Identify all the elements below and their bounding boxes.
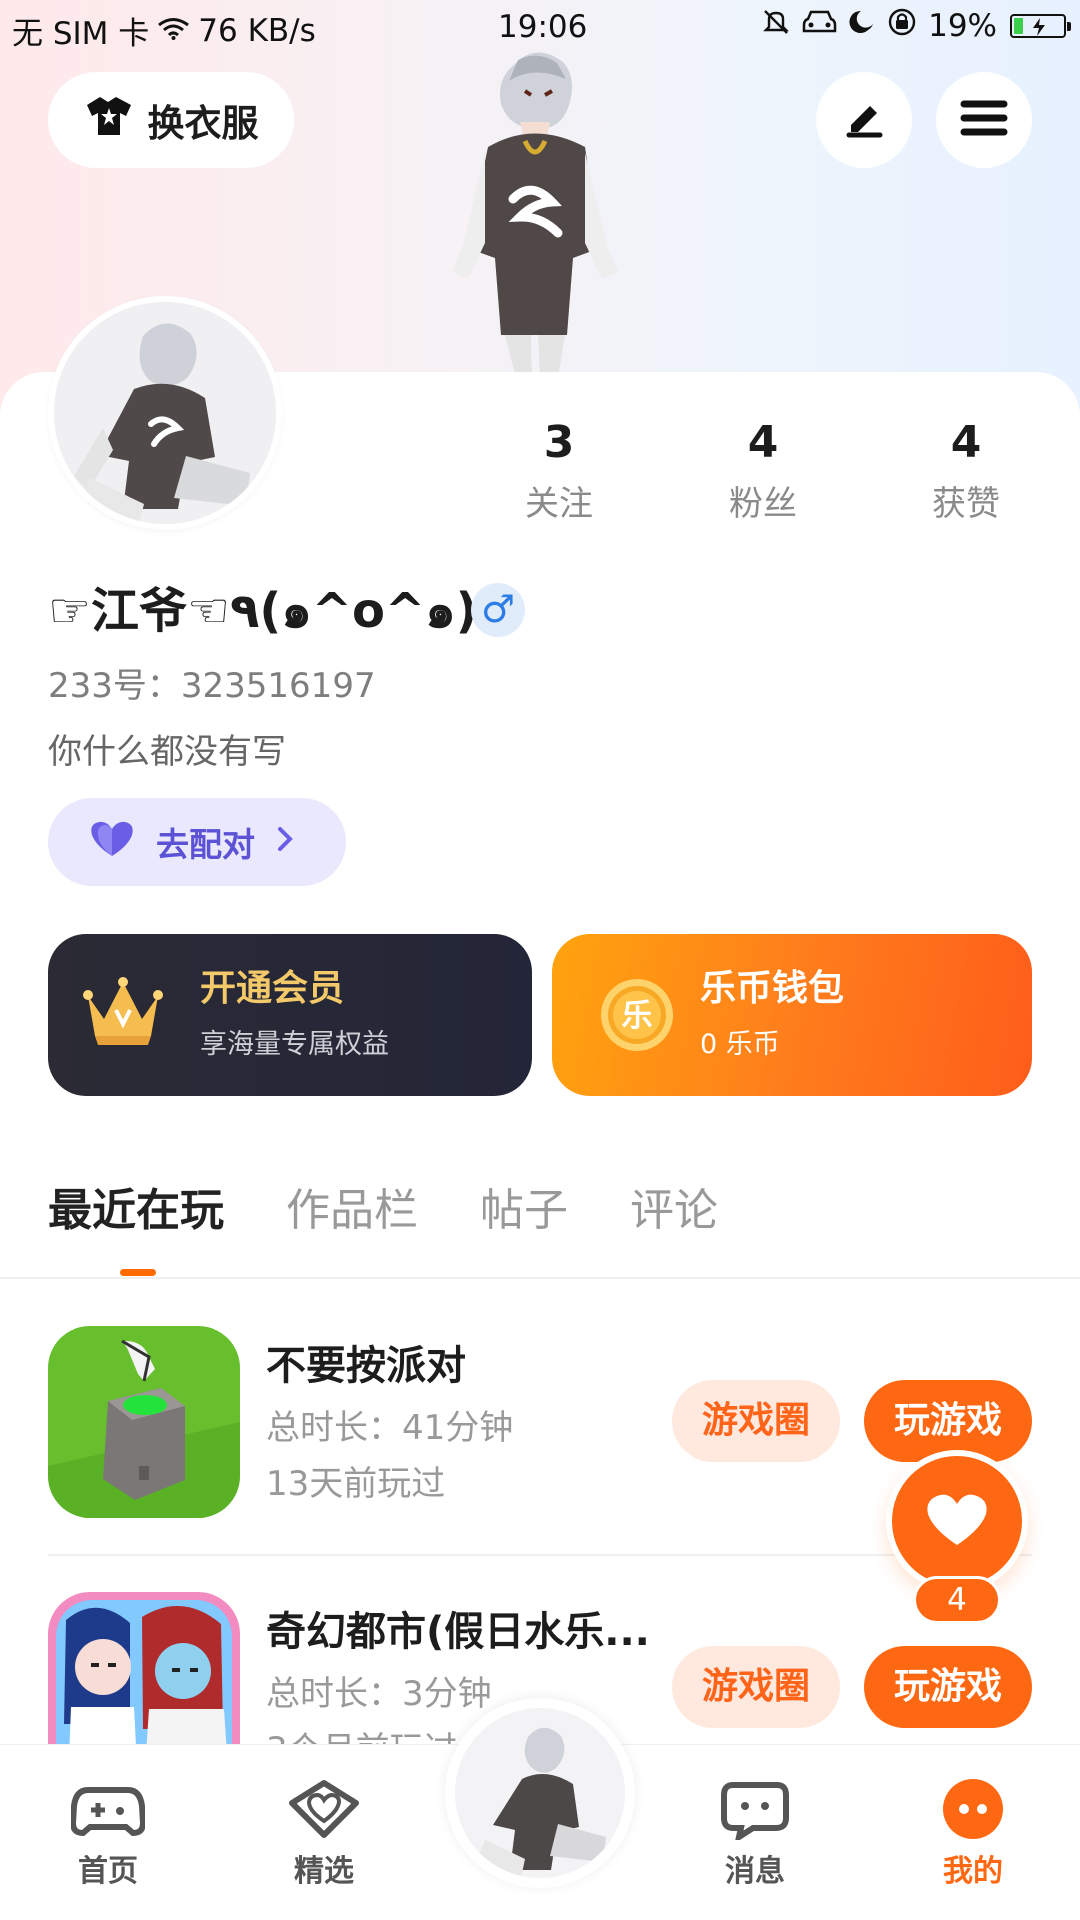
battery-level [1014, 18, 1024, 34]
tab-works[interactable]: 作品栏 [286, 1180, 418, 1242]
mute-icon [761, 7, 791, 45]
wallet-balance: 0 乐币 [700, 1029, 780, 1060]
menu-icon [960, 98, 1008, 142]
nav-home-label: 首页 [78, 1854, 138, 1889]
following-count: 3 [543, 417, 575, 468]
wallet-promo-card[interactable]: 乐 乐币钱包 0 乐币 [552, 934, 1032, 1096]
profile-page: 无 SIM 卡 76 KB/s 19:06 19% 换衣服 3 关注 4 粉丝 … [0, 0, 1080, 1920]
followers-label: 粉丝 [729, 484, 797, 524]
carrier-text: 无 SIM 卡 [12, 16, 150, 52]
play-game-button[interactable]: 玩游戏 [864, 1646, 1032, 1728]
status-right: 19% [761, 7, 1071, 45]
nav-messages[interactable]: 消息 [685, 1778, 825, 1892]
game-button-icon[interactable] [48, 1326, 240, 1518]
vip-title: 开通会员 [200, 968, 345, 1009]
likes-label: 获赞 [932, 484, 1000, 524]
moon-icon [848, 8, 876, 44]
tab-posts[interactable]: 帖子 [480, 1180, 568, 1242]
status-left: 无 SIM 卡 76 KB/s [12, 8, 316, 53]
me-icon [903, 1778, 1043, 1848]
message-icon [685, 1778, 825, 1848]
floating-like-button[interactable] [886, 1450, 1028, 1592]
edit-profile-button[interactable] [816, 72, 912, 168]
battery-icon [1010, 14, 1071, 38]
pair-label: 去配对 [156, 825, 255, 864]
nav-featured[interactable]: 精选 [254, 1778, 394, 1892]
status-time: 19:06 [498, 9, 588, 45]
coin-symbol: 乐 [622, 998, 653, 1034]
coin-icon: 乐 [598, 976, 676, 1054]
profile-avatar[interactable] [48, 296, 282, 530]
game-duration: 总时长：3分钟 [266, 1674, 492, 1714]
change-outfit-label: 换衣服 [147, 102, 259, 145]
profile-tabs: 最近在玩 作品栏 帖子 评论 [48, 1180, 718, 1242]
profile-nickname: ☞江爷☜٩(๑^o^๑)۶ [48, 583, 507, 639]
wifi-icon [157, 13, 190, 49]
game-list-item[interactable]: 不要按派对 总时长：41分钟 13天前玩过 游戏圈 玩游戏 [48, 1326, 1032, 1522]
nav-home[interactable]: 首页 [38, 1778, 178, 1892]
male-gender-icon: ♂ [471, 583, 525, 637]
following-label: 关注 [525, 484, 593, 524]
network-speed-text: 76 KB/s [198, 12, 316, 49]
game-last-played: 13天前玩过 [266, 1464, 446, 1504]
battery-percent: 19% [928, 8, 997, 44]
pair-button[interactable]: 去配对 [48, 798, 346, 886]
game-circle-button[interactable]: 游戏圈 [672, 1380, 840, 1462]
game-list-divider [48, 1554, 1032, 1556]
game-duration: 总时长：41分钟 [266, 1408, 514, 1448]
lock-rotation-icon [887, 7, 917, 45]
nav-me[interactable]: 我的 [903, 1778, 1043, 1892]
chevron-right-icon [275, 823, 295, 862]
stat-followers[interactable]: 4 粉丝 [693, 412, 833, 525]
tab-recent-played[interactable]: 最近在玩 [48, 1180, 224, 1242]
gamepad-icon [38, 1778, 178, 1848]
stat-following[interactable]: 3 关注 [489, 412, 629, 525]
nav-featured-label: 精选 [294, 1854, 354, 1889]
nav-me-label: 我的 [943, 1854, 1003, 1889]
heart-icon [924, 1490, 990, 1552]
avatar-center-icon[interactable] [445, 1698, 635, 1888]
heart-box-icon [254, 1778, 394, 1848]
profile-bio: 你什么都没有写 [48, 732, 286, 772]
avatar-character-figure[interactable] [440, 48, 630, 378]
vip-promo-card[interactable]: 开通会员 享海量专属权益 [48, 934, 532, 1096]
crown-icon [82, 976, 164, 1052]
likes-count: 4 [950, 417, 982, 468]
edit-icon [841, 95, 887, 145]
menu-button[interactable] [936, 72, 1032, 168]
tab-comments[interactable]: 评论 [630, 1180, 718, 1242]
nav-messages-label: 消息 [725, 1854, 785, 1889]
game-circle-button[interactable]: 游戏圈 [672, 1646, 840, 1728]
followers-count: 4 [747, 417, 779, 468]
wallet-title: 乐币钱包 [700, 968, 845, 1009]
change-outfit-button[interactable]: 换衣服 [48, 72, 294, 168]
active-tab-indicator [120, 1269, 156, 1276]
shirt-icon [84, 95, 134, 146]
vip-subtitle: 享海量专属权益 [200, 1029, 389, 1060]
floating-like-count: 4 [913, 1576, 1001, 1624]
account-id: 233号：323516197 [48, 666, 376, 706]
tabs-divider [0, 1277, 1080, 1279]
stat-likes[interactable]: 4 获赞 [896, 412, 1036, 525]
game-title: 不要按派对 [266, 1343, 466, 1389]
heart-pair-icon [88, 817, 136, 867]
car-icon [802, 8, 837, 44]
game-title: 奇幻都市(假日水乐... [266, 1609, 650, 1655]
